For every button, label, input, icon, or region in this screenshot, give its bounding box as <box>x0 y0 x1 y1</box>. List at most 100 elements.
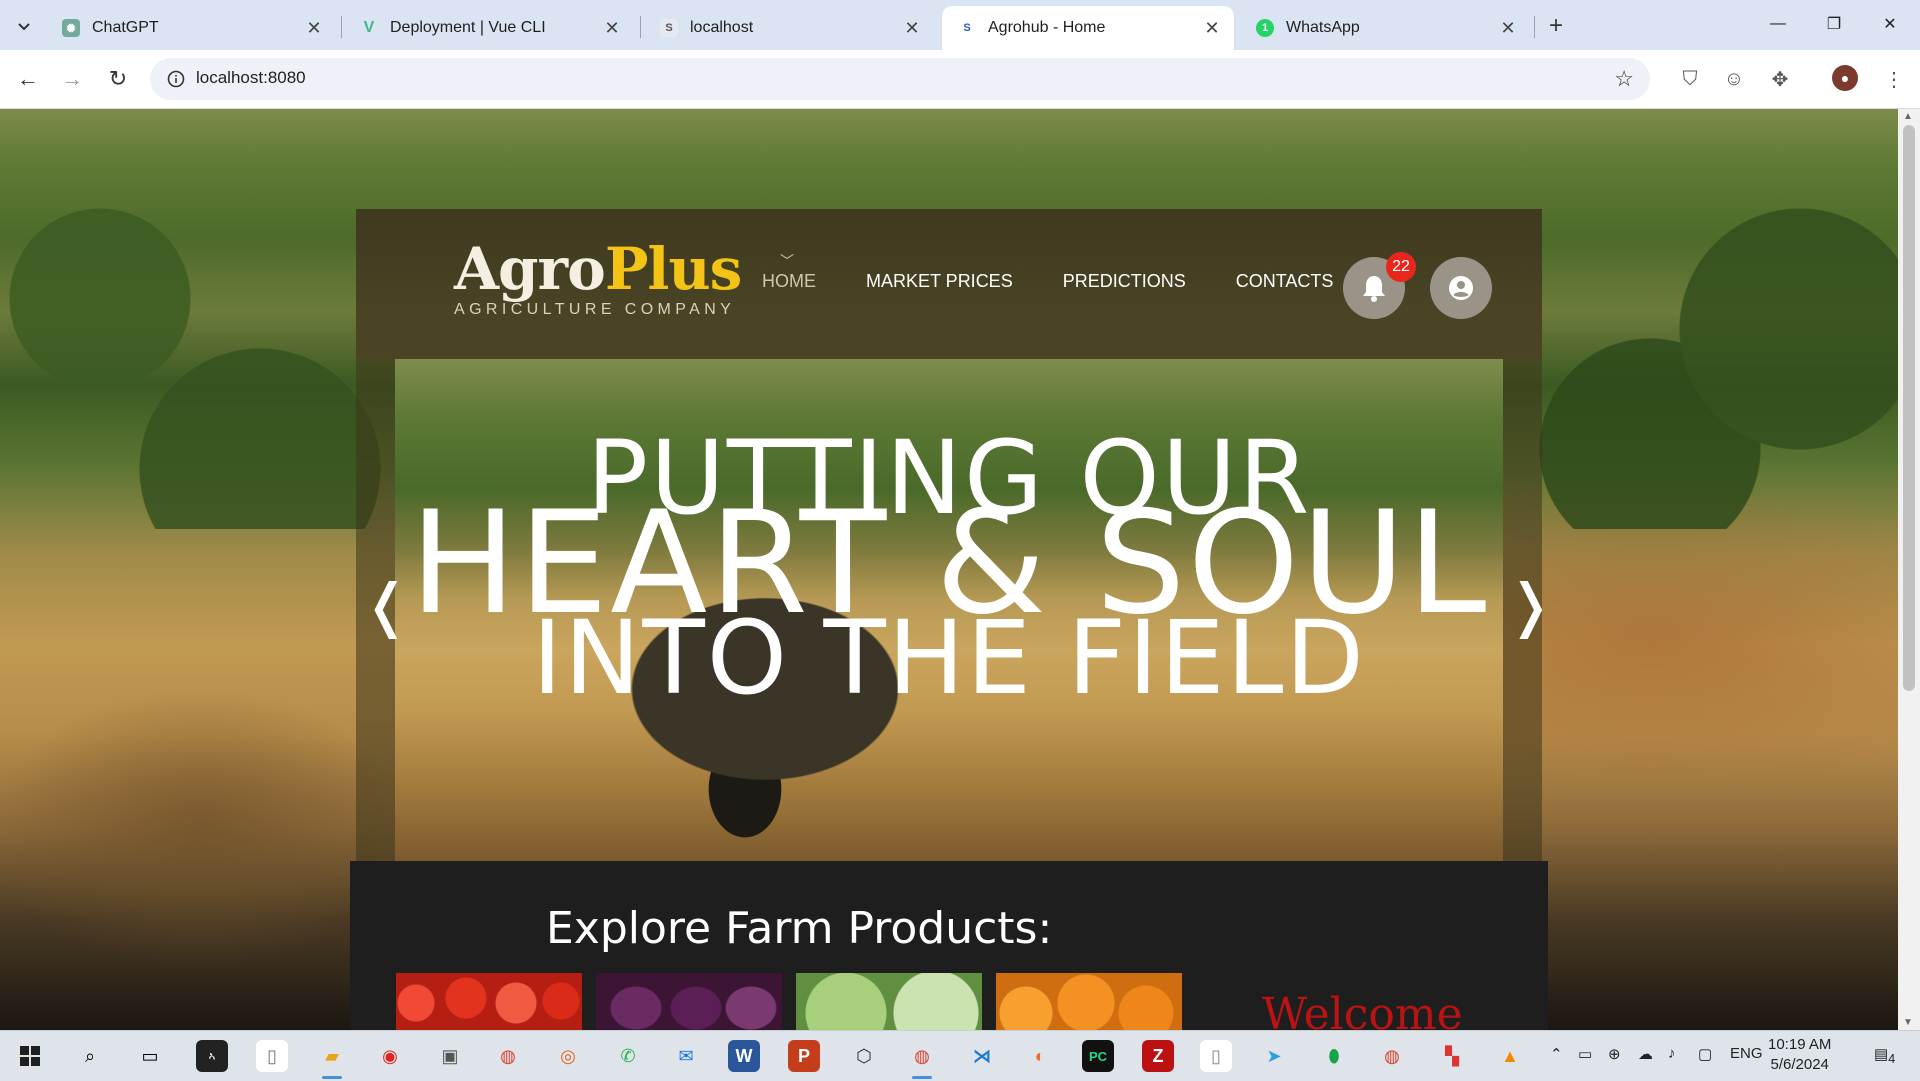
windows-taskbar: ⌕ ▭ ኣ ▯ ▰ ◉ ▣ ◍ ◎ ✆ ✉ W P ⬡ ◍ ⋊ ◐ PC Z ▯… <box>0 1030 1920 1081</box>
screen-recorder-icon[interactable]: ◉ <box>374 1040 406 1072</box>
scroll-up-arrow[interactable]: ▲ <box>1903 111 1913 122</box>
vue-icon: V <box>363 19 375 36</box>
nav-home[interactable]: ﹀ HOME <box>762 253 816 292</box>
whatsapp-icon: 1 <box>1256 19 1274 37</box>
windows-start-icon[interactable] <box>14 1040 46 1072</box>
tab-chatgpt[interactable]: ✺ ChatGPT ✕ <box>46 6 336 50</box>
product-cabbage-image[interactable] <box>796 973 982 1030</box>
tab-vue-cli[interactable]: V Deployment | Vue CLI ✕ <box>344 6 634 50</box>
app-icon[interactable]: ▣ <box>434 1040 466 1072</box>
site-header: AgroPlus AGRICULTURE COMPANY ﹀ HOME MARK… <box>356 209 1542 359</box>
site-logo[interactable]: AgroPlus AGRICULTURE COMPANY <box>454 239 742 319</box>
product-oranges-image[interactable] <box>996 973 1182 1030</box>
tab-agrohub-home[interactable]: S Agrohub - Home ✕ <box>942 6 1234 50</box>
vscode-icon[interactable]: ⋊ <box>966 1040 998 1072</box>
hero-headline: PUTTING OUR HEART & SOUL INTO THE FIELD <box>395 428 1503 718</box>
nav-label: HOME <box>762 271 816 291</box>
filezilla-icon[interactable]: Z <box>1142 1040 1174 1072</box>
app-tiles-icon[interactable]: ▚ <box>1436 1040 1468 1072</box>
tab-label: localhost <box>690 19 754 36</box>
user-account-button[interactable] <box>1430 257 1492 319</box>
avatar-extension-icon[interactable]: ☺ <box>1720 65 1748 93</box>
notepad-file-icon[interactable]: ▯ <box>256 1040 288 1072</box>
chrome-active-icon[interactable]: ◍ <box>906 1040 938 1079</box>
network-globe-icon[interactable]: ⊕ <box>1608 1045 1621 1063</box>
scroll-down-arrow[interactable]: ▼ <box>1903 1017 1913 1028</box>
nav-market-prices[interactable]: MARKET PRICES <box>866 271 1013 292</box>
address-bar[interactable]: localhost:8080 ☆ <box>150 58 1650 100</box>
mongodb-compass-icon[interactable]: ⬮ <box>1318 1040 1350 1072</box>
firefox-icon[interactable]: ◎ <box>552 1040 584 1072</box>
whatsapp-icon[interactable]: ✆ <box>612 1040 644 1072</box>
vlc-icon[interactable]: ▲ <box>1494 1040 1526 1072</box>
hero-line-3: INTO THE FIELD <box>532 599 1366 718</box>
minimize-button[interactable]: — <box>1750 0 1806 48</box>
extensions-puzzle-icon[interactable]: ✥ <box>1766 65 1794 93</box>
close-icon[interactable]: ✕ <box>1200 16 1224 40</box>
file-explorer-icon[interactable]: ▰ <box>316 1040 348 1079</box>
scrollbar-thumb[interactable] <box>1903 125 1915 691</box>
nav-contacts[interactable]: CONTACTS <box>1236 271 1334 292</box>
page-scrollbar[interactable]: ▲ ▼ <box>1898 109 1920 1030</box>
menu-kebab-icon[interactable]: ⋮ <box>1880 65 1908 93</box>
close-window-button[interactable]: ✕ <box>1862 0 1918 48</box>
language-indicator[interactable]: ENG <box>1730 1045 1763 1062</box>
bookmark-star-icon[interactable]: ☆ <box>1614 66 1634 92</box>
nav-predictions[interactable]: PREDICTIONS <box>1063 271 1186 292</box>
postman-icon[interactable]: ◐ <box>1024 1040 1056 1072</box>
product-tomatoes-image[interactable] <box>396 973 582 1030</box>
notification-center-icon[interactable]: ▤4 <box>1874 1045 1895 1066</box>
reload-button[interactable]: ↻ <box>100 61 136 97</box>
document-icon[interactable]: ▯ <box>1200 1040 1232 1072</box>
tab-whatsapp[interactable]: 1 WhatsApp ✕ <box>1240 6 1530 50</box>
chrome-icon[interactable]: ◍ <box>492 1040 524 1072</box>
products-title: Explore Farm Products: <box>546 903 1053 954</box>
close-icon[interactable]: ✕ <box>600 16 624 40</box>
close-icon[interactable]: ✕ <box>302 16 326 40</box>
forward-button[interactable]: → <box>54 61 90 97</box>
close-icon[interactable]: ✕ <box>1496 16 1520 40</box>
restore-button[interactable]: ❐ <box>1806 0 1862 48</box>
virtualbox-icon[interactable]: ⬡ <box>848 1040 880 1072</box>
word-icon[interactable]: W <box>728 1040 760 1072</box>
tab-strip: ✺ ChatGPT ✕ V Deployment | Vue CLI ✕ S l… <box>0 0 1920 50</box>
close-icon[interactable]: ✕ <box>900 16 924 40</box>
new-tab-button[interactable]: + <box>1542 12 1570 40</box>
task-view-icon[interactable]: ▭ <box>134 1040 166 1072</box>
clock-date: 5/6/2024 <box>1770 1056 1829 1073</box>
mail-icon[interactable]: ✉ <box>670 1040 702 1072</box>
chatgpt-icon: ✺ <box>62 19 80 37</box>
nav-label: PREDICTIONS <box>1062 271 1186 291</box>
tab-label: Deployment | Vue CLI <box>390 19 546 36</box>
product-eggplants-image[interactable] <box>596 973 782 1030</box>
profile-avatar[interactable]: ● <box>1832 65 1858 91</box>
tray-overflow-icon[interactable]: ⌃ <box>1550 1045 1563 1063</box>
tab-search-button[interactable] <box>10 12 38 40</box>
url-text[interactable]: localhost:8080 <box>196 68 306 88</box>
back-button[interactable]: ← <box>10 61 46 97</box>
page-viewport: AgroPlus AGRICULTURE COMPANY ﹀ HOME MARK… <box>0 109 1898 1030</box>
display-icon[interactable]: ▢ <box>1698 1045 1712 1063</box>
welcome-heading: Welcome <box>1262 989 1463 1030</box>
amharic-keyboard-app-icon[interactable]: ኣ <box>196 1040 228 1072</box>
nav-label: CONTACTS <box>1235 271 1334 291</box>
logo-part-agro: Agro <box>454 235 606 303</box>
onedrive-cloud-icon[interactable]: ☁ <box>1638 1045 1653 1063</box>
battery-icon[interactable]: ▭ <box>1578 1045 1592 1063</box>
chevron-down-icon <box>18 23 30 31</box>
tab-localhost[interactable]: S localhost ✕ <box>644 6 934 50</box>
tab-separator <box>1534 16 1535 38</box>
slider-next-arrow[interactable]: ❭ <box>1506 571 1555 639</box>
tab-label: ChatGPT <box>92 19 159 36</box>
search-icon[interactable]: ⌕ <box>74 1040 106 1072</box>
site-info-icon[interactable] <box>164 67 188 91</box>
volume-icon[interactable]: ♪ <box>1668 1045 1676 1062</box>
shield-extension-icon[interactable]: ⛉ <box>1676 65 1704 93</box>
chrome-profile-icon[interactable]: ◍ <box>1376 1040 1408 1072</box>
powerpoint-icon[interactable]: P <box>788 1040 820 1072</box>
logo-tagline: AGRICULTURE COMPANY <box>454 301 736 318</box>
system-clock[interactable]: 10:19 AM 5/6/2024 <box>1768 1035 1831 1075</box>
pycharm-icon[interactable]: PC <box>1082 1040 1114 1072</box>
telegram-icon[interactable]: ➤ <box>1258 1040 1290 1072</box>
page-icon: S <box>958 19 976 37</box>
